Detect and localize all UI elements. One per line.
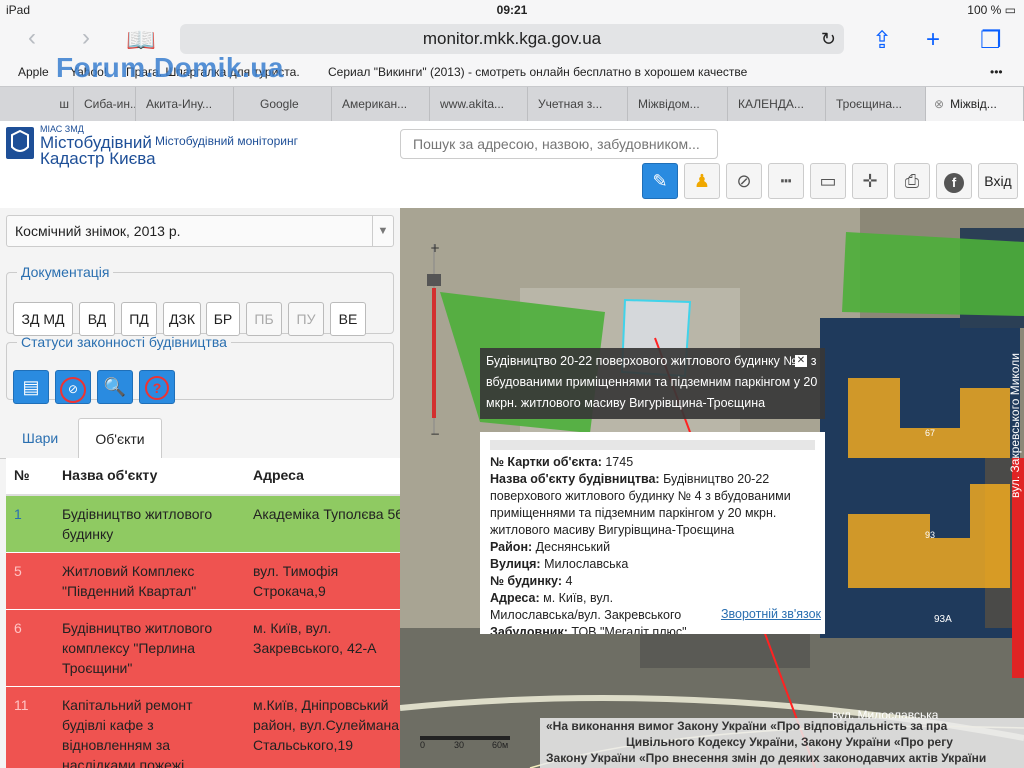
basemap-value: Космічний знімок, 2013 р. bbox=[15, 223, 181, 239]
no-construction-icon[interactable]: ⊘ bbox=[55, 370, 91, 404]
bookmark-item[interactable]: Apple bbox=[18, 65, 49, 79]
doc-button-zd-md[interactable]: ЗД МД bbox=[13, 302, 73, 336]
field-card-number: № Картки об'єкта: 1745 bbox=[490, 455, 634, 469]
share-icon[interactable]: ⇪ bbox=[872, 26, 892, 55]
building-label: 93А bbox=[934, 614, 952, 625]
chevron-down-icon: ▼ bbox=[372, 216, 393, 246]
panel-tabs: Шари Об'єкти bbox=[0, 418, 400, 459]
pencil-icon[interactable]: ✎ bbox=[642, 163, 678, 199]
svg-text:−: − bbox=[430, 427, 440, 441]
field-object-name: Назва об'єкту будівництва: Будівництво 2… bbox=[490, 472, 791, 537]
clock: 09:21 bbox=[496, 3, 528, 17]
table-row[interactable]: 6 Будівництво житлового комплексу "Перли… bbox=[6, 610, 400, 687]
left-panel: Космічний знімок, 2013 р. ▼ Документація… bbox=[0, 208, 400, 768]
doc-button-pd[interactable]: ПД bbox=[121, 302, 157, 336]
app-subtitle: Містобудівний моніторинг bbox=[155, 134, 298, 148]
reload-icon[interactable]: ↻ bbox=[821, 24, 836, 54]
column-header-name: Назва об'єкту bbox=[62, 467, 158, 483]
column-header-address: Адреса bbox=[253, 467, 304, 483]
objects-table-header: № Назва об'єкту Адреса bbox=[6, 458, 400, 496]
search-input[interactable] bbox=[400, 129, 718, 159]
table-row[interactable]: 1 Будівництво житлового будинку Академік… bbox=[6, 496, 400, 553]
feedback-link[interactable]: Зворотній зв'язок bbox=[714, 606, 821, 623]
browser-tab[interactable]: www.akita... bbox=[430, 87, 528, 121]
building-crane-icon[interactable]: ▤ bbox=[13, 370, 49, 404]
url-text: monitor.mkk.kga.gov.ua bbox=[422, 29, 602, 48]
person-icon[interactable]: ♟ bbox=[684, 163, 720, 199]
table-row[interactable]: 5 Житловий Комплекс "Південний Квартал" … bbox=[6, 553, 400, 610]
forward-icon[interactable]: › bbox=[82, 24, 90, 52]
building-label: 93 bbox=[925, 530, 936, 540]
compass-icon[interactable]: ⊘ bbox=[726, 163, 762, 199]
browser-tab[interactable]: Американ... bbox=[332, 87, 430, 121]
scale-label: 0 bbox=[420, 740, 426, 750]
browser-tab[interactable]: КАЛЕНДА... bbox=[728, 87, 826, 121]
doc-button-pu: ПУ bbox=[288, 302, 324, 336]
pan-icon[interactable]: ✛ bbox=[852, 163, 888, 199]
field-address: Адреса: м. Київ, вул. Милославська/вул. … bbox=[490, 591, 682, 622]
bookmark-item[interactable]: Сериал "Викинги" (2013) - смотреть онлай… bbox=[328, 65, 747, 79]
doc-button-vd[interactable]: ВД bbox=[79, 302, 115, 336]
browser-tab-active[interactable]: ⊗ Міжвід... bbox=[926, 87, 1024, 121]
doc-button-dzk[interactable]: ДЗК bbox=[163, 302, 201, 336]
scale-label: 30 bbox=[454, 740, 465, 750]
login-button[interactable]: Вхід bbox=[978, 163, 1018, 199]
magnifier-icon[interactable]: 🔍 bbox=[97, 370, 133, 404]
doc-button-pb: ПБ bbox=[246, 302, 282, 336]
facebook-icon[interactable]: f bbox=[936, 163, 972, 199]
back-icon[interactable]: ‹ bbox=[28, 24, 36, 52]
popup-title: Будівництво 20-22 поверхового житлового … bbox=[480, 348, 825, 419]
ruler-icon[interactable]: ┅ bbox=[768, 163, 804, 199]
battery-icon: ▭ bbox=[1004, 3, 1016, 17]
map-view[interactable]: + − вул. Закревського Миколи вул. Милосл… bbox=[400, 208, 1024, 768]
watermark-logo: Forum.Domik.ua bbox=[56, 52, 284, 83]
browser-tab[interactable]: Сиба-ин... bbox=[74, 87, 136, 121]
battery-indicator: 100 % ▭ bbox=[967, 3, 1016, 17]
browser-tab[interactable]: ш bbox=[0, 87, 74, 121]
tab-objects[interactable]: Об'єкти bbox=[78, 418, 162, 458]
app-header: МІАС ЗМД Містобудівний Кадастр Києва Міс… bbox=[0, 121, 1024, 208]
status-bar: iPad 09:21 100 % ▭ bbox=[0, 0, 1024, 20]
field-developer: Забудовник: ТОВ "Мегаліт плюс" bbox=[490, 625, 687, 634]
field-street: Вулиця: Милославська bbox=[490, 557, 629, 571]
scale-label: 60м bbox=[492, 740, 509, 750]
field-house-number: № будинку: 4 bbox=[490, 574, 573, 588]
legal-notice: «На виконання вимог Закону України «Про … bbox=[540, 718, 1024, 768]
tab-layers[interactable]: Шари bbox=[22, 418, 58, 458]
tabs-icon[interactable]: ❐ bbox=[980, 26, 1002, 55]
new-tab-icon[interactable]: + bbox=[926, 26, 940, 54]
documentation-legend: Документація bbox=[21, 264, 110, 280]
object-info-popup: № Картки об'єкта: 1745 Назва об'єкту буд… bbox=[480, 432, 825, 634]
street-label: вул. Закревського Миколи bbox=[1008, 353, 1022, 498]
svg-text:+: + bbox=[430, 241, 440, 255]
more-icon[interactable]: ••• bbox=[990, 65, 1003, 79]
basemap-select[interactable]: Космічний знімок, 2013 р. ▼ bbox=[6, 215, 394, 247]
doc-button-br[interactable]: БР bbox=[206, 302, 240, 336]
documentation-group: Документація ЗД МД ВД ПД ДЗК БР ПБ ПУ ВЕ bbox=[6, 264, 394, 336]
browser-tab[interactable]: Учетная з... bbox=[528, 87, 628, 121]
field-district: Район: Деснянський bbox=[490, 540, 611, 554]
address-bar[interactable]: monitor.mkk.kga.gov.ua ↻ bbox=[180, 24, 844, 54]
printer-icon[interactable]: ⎙ bbox=[894, 163, 930, 199]
building-label: 67 bbox=[925, 428, 936, 438]
browser-tab[interactable]: Троєщина... bbox=[826, 87, 926, 121]
legality-status-group: Статуси законності будівництва ▤ ⊘ 🔍 ? bbox=[6, 334, 394, 404]
question-icon[interactable]: ? bbox=[139, 370, 175, 404]
browser-tabs: ш Сиба-ин... Акита-Ину... Google Америка… bbox=[0, 86, 1024, 122]
measure-area-icon[interactable]: ▭ bbox=[810, 163, 846, 199]
browser-tab[interactable]: Акита-Ину... bbox=[136, 87, 234, 121]
legality-status-legend: Статуси законності будівництва bbox=[21, 334, 227, 350]
logo-title-line2: Кадастр Києва bbox=[40, 149, 156, 168]
city-emblem-icon bbox=[6, 127, 34, 159]
table-row[interactable]: 11 Капітальний ремонт будівлі кафе з від… bbox=[6, 687, 400, 768]
popup-scrollbar[interactable] bbox=[490, 440, 815, 450]
browser-tab[interactable]: Міжвідом... bbox=[628, 87, 728, 121]
close-tab-icon[interactable]: ⊗ bbox=[934, 97, 944, 111]
doc-button-ve[interactable]: ВЕ bbox=[330, 302, 366, 336]
column-header-number: № bbox=[14, 467, 30, 483]
bookmarks-icon[interactable]: 📖 bbox=[126, 26, 156, 55]
browser-tab[interactable]: Google bbox=[234, 87, 332, 121]
close-icon[interactable]: ✕ bbox=[795, 355, 807, 367]
